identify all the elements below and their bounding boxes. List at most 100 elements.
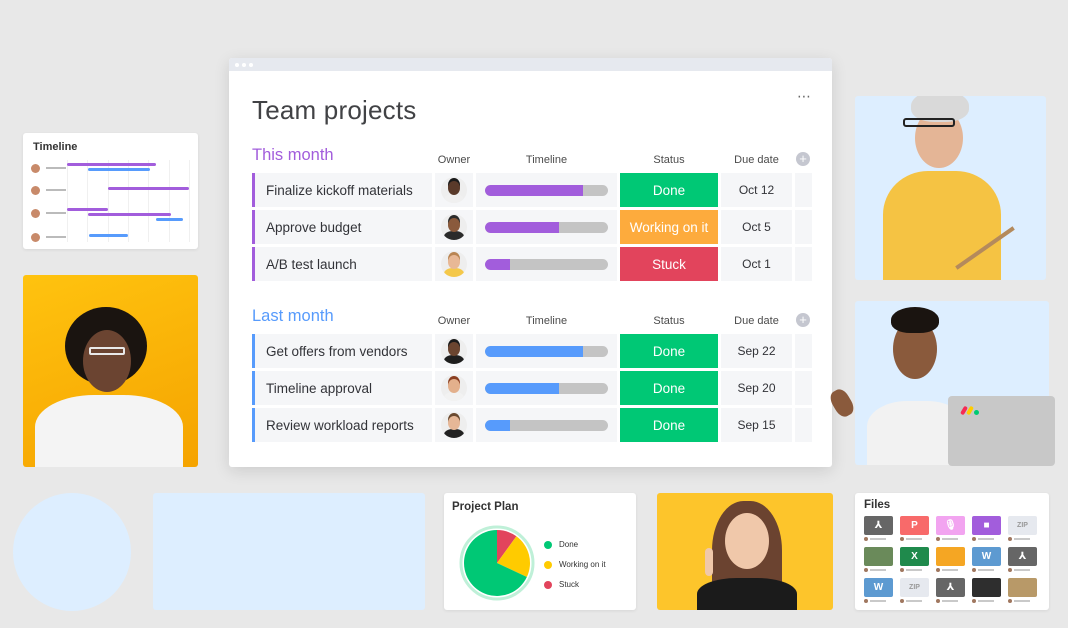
timeline-bar[interactable] [88,234,128,237]
file-item[interactable]: 🎙 [936,516,965,546]
group-color-stripe [252,408,255,442]
group-title[interactable]: Last month [252,307,334,326]
owner-cell[interactable] [435,210,473,244]
owner-cell[interactable] [435,334,473,368]
due-date-cell[interactable]: Sep 22 [721,334,792,368]
file-item[interactable] [972,578,1001,608]
due-date-cell[interactable]: Oct 5 [721,210,792,244]
timeline-progress-bar [485,382,608,394]
file-item[interactable]: ⅄ [936,578,965,608]
zip-icon: ZIP [900,578,929,597]
file-item[interactable] [936,547,965,577]
timeline-cell[interactable] [476,173,617,207]
file-item[interactable]: W [864,578,893,608]
column-header-status[interactable]: Status [620,154,718,166]
timeline-bar[interactable] [87,168,150,171]
add-column-icon[interactable]: + [796,313,810,327]
status-badge[interactable]: Working on it [620,210,718,244]
file-item[interactable]: ⅄ [1008,547,1037,577]
files-widget[interactable]: Files ⅄ P 🎙 ■ ZIP X W ⅄ W ZIP ⅄ [855,493,1049,610]
avatar [441,338,467,364]
timeline-cell[interactable] [476,408,617,442]
due-date-cell[interactable]: Sep 15 [721,408,792,442]
gridline [107,160,109,242]
item-name: Approve budget [266,219,362,235]
owner-cell[interactable] [435,371,473,405]
timeline-bar[interactable] [108,187,189,190]
due-date-cell[interactable]: Sep 20 [721,371,792,405]
table-row[interactable]: Get offers from vendors Done Sep 22 [252,334,812,371]
monday-logo-icon [960,404,982,416]
timeline-cell[interactable] [476,247,617,281]
file-item[interactable]: ⅄ [864,516,893,546]
empty-column-cell[interactable] [795,210,812,244]
timeline-cell[interactable] [476,334,617,368]
status-badge[interactable]: Done [620,371,718,405]
table-row[interactable]: Approve budget Working on it Oct 5 [252,210,812,247]
timeline-progress-fill [485,345,584,357]
empty-column-cell[interactable] [795,334,812,368]
group-title[interactable]: This month [252,146,334,165]
file-item[interactable] [864,547,893,577]
project-plan-widget[interactable]: Project Plan Done Working on it Stuck [444,493,636,610]
file-item[interactable]: X [900,547,929,577]
file-item[interactable]: ZIP [1008,516,1037,546]
item-name-cell[interactable]: Get offers from vendors [252,334,432,368]
column-header-timeline[interactable]: Timeline [476,154,617,166]
avatar [936,568,940,572]
status-badge[interactable]: Done [620,408,718,442]
empty-column-cell[interactable] [795,408,812,442]
column-header-owner[interactable]: Owner [435,154,473,166]
empty-column-cell[interactable] [795,247,812,281]
table-row[interactable]: Finalize kickoff materials Done Oct 12 [252,173,812,210]
owner-cell[interactable] [435,173,473,207]
add-column-icon[interactable]: + [796,152,810,166]
column-header-status[interactable]: Status [620,315,718,327]
timeline-bar[interactable] [67,208,109,211]
more-options-icon[interactable]: ⋯ [797,88,812,105]
file-item[interactable]: P [900,516,929,546]
avatar [864,568,868,572]
timeline-widget[interactable]: Timeline [23,133,198,249]
avatar [864,599,868,603]
due-date-cell[interactable]: Oct 12 [721,173,792,207]
word-icon: W [972,547,1001,566]
timeline-progress-bar [485,221,608,233]
timeline-person [31,184,66,196]
table-row[interactable]: Timeline approval Done Sep 20 [252,371,812,408]
owner-cell[interactable] [435,408,473,442]
empty-column-cell[interactable] [795,371,812,405]
file-item[interactable]: W [972,547,1001,577]
timeline-bar[interactable] [67,163,157,166]
column-header-due-date[interactable]: Due date [721,154,792,166]
timeline-cell[interactable] [476,210,617,244]
file-item[interactable]: ■ [972,516,1001,546]
item-name-cell[interactable]: Timeline approval [252,371,432,405]
file-item[interactable]: ZIP [900,578,929,608]
timeline-progress-fill [485,221,559,233]
due-date: Sep 20 [737,381,776,395]
table-row[interactable]: Review workload reports Done Sep 15 [252,408,812,445]
empty-column-cell[interactable] [795,173,812,207]
image-icon [1008,578,1037,597]
timeline-cell[interactable] [476,371,617,405]
item-name-cell[interactable]: Finalize kickoff materials [252,173,432,207]
team-member-photo [23,275,198,467]
column-header-due-date[interactable]: Due date [721,315,792,327]
excel-icon: X [900,547,929,566]
status-badge[interactable]: Done [620,173,718,207]
column-header-timeline[interactable]: Timeline [476,315,617,327]
timeline-progress-bar [485,345,608,357]
item-name-cell[interactable]: A/B test launch [252,247,432,281]
timeline-bar[interactable] [87,213,171,216]
file-item[interactable] [1008,578,1037,608]
owner-cell[interactable] [435,247,473,281]
timeline-bar[interactable] [156,218,183,221]
due-date-cell[interactable]: Oct 1 [721,247,792,281]
status-badge[interactable]: Stuck [620,247,718,281]
table-row[interactable]: A/B test launch Stuck Oct 1 [252,247,812,284]
item-name-cell[interactable]: Review workload reports [252,408,432,442]
item-name-cell[interactable]: Approve budget [252,210,432,244]
status-badge[interactable]: Done [620,334,718,368]
column-header-owner[interactable]: Owner [435,315,473,327]
